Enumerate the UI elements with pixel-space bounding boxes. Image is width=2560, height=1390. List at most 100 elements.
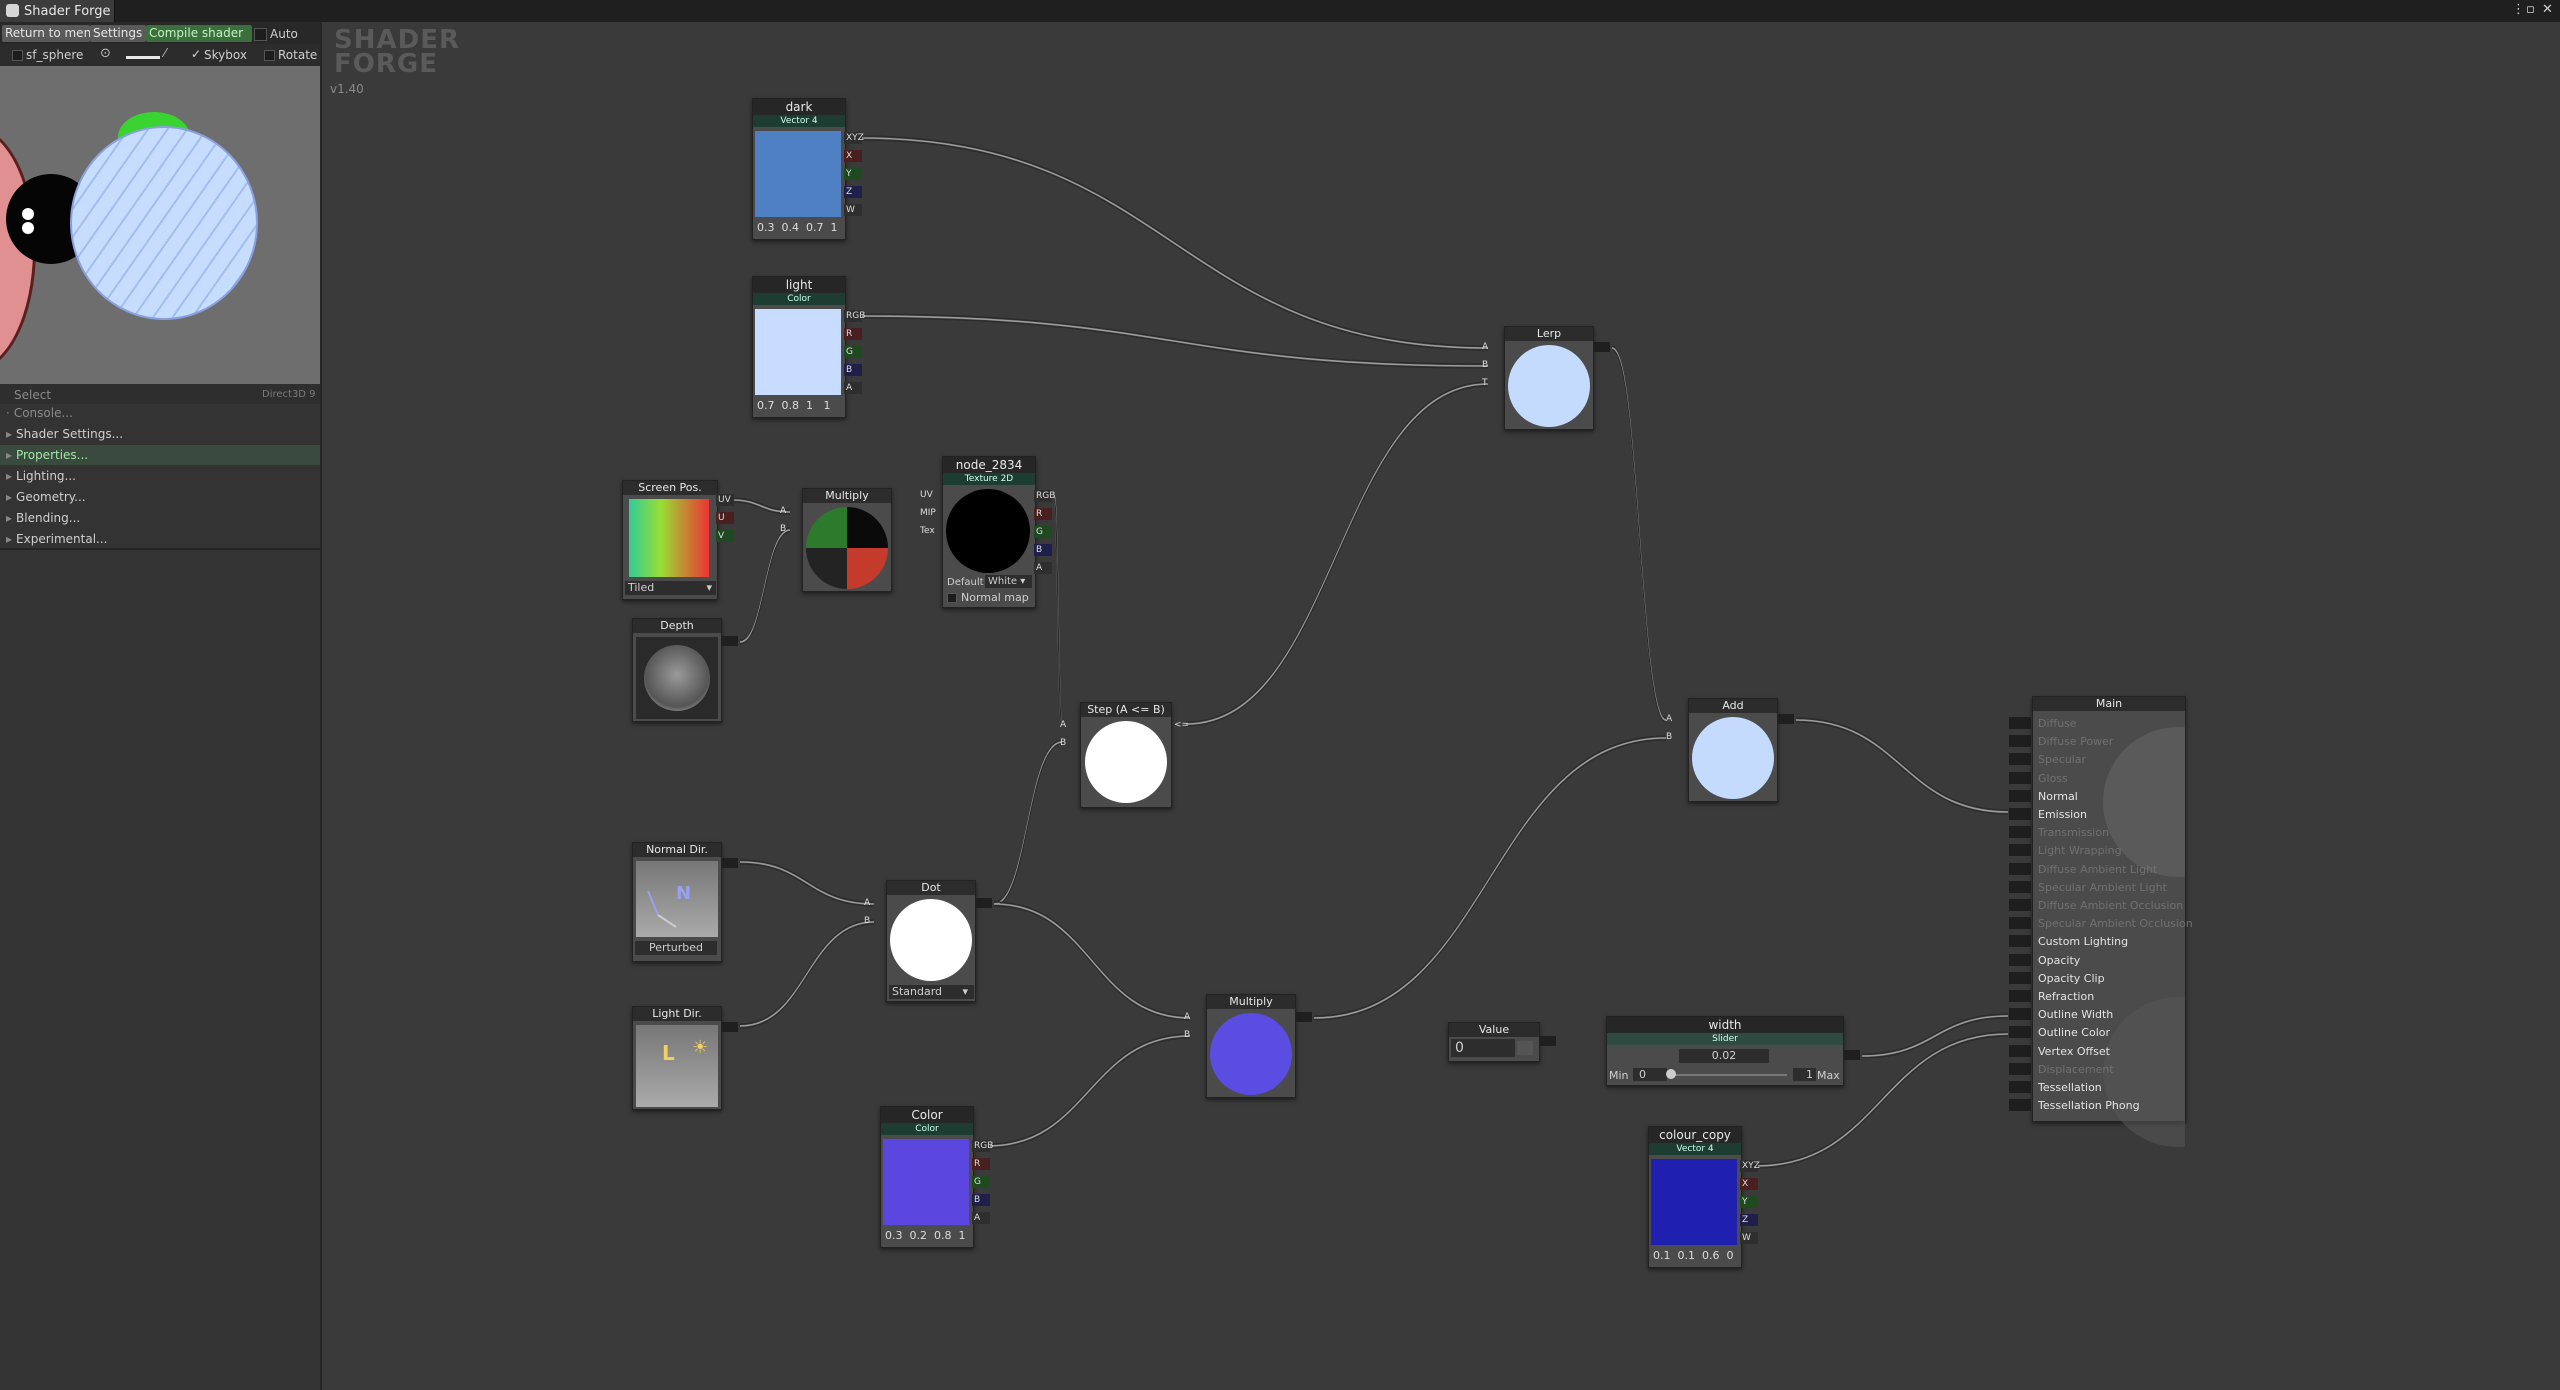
port-uv[interactable]: UV	[716, 494, 734, 506]
input-b[interactable]: B	[1060, 738, 1066, 748]
input-b[interactable]: B	[864, 916, 870, 926]
main-input-port[interactable]	[2009, 971, 2031, 984]
node-texture-2d[interactable]: node_2834 Texture 2D Default White ▾ Nor…	[942, 456, 1036, 608]
output-port[interactable]	[722, 1022, 738, 1032]
port-r[interactable]: R	[972, 1158, 990, 1170]
port-xyz[interactable]: XYZ	[1740, 1160, 1760, 1172]
port-a[interactable]: A	[972, 1212, 990, 1224]
port-v[interactable]: V	[716, 530, 734, 542]
node-light-dir[interactable]: Light Dir. L ☀	[632, 1006, 722, 1110]
input-a[interactable]: A	[864, 898, 870, 908]
main-input-port[interactable]	[2009, 935, 2031, 948]
input-uv[interactable]: UV	[920, 490, 933, 500]
port-a[interactable]: A	[1034, 562, 1052, 574]
node-depth[interactable]: Depth	[632, 618, 722, 722]
node-normal-dir[interactable]: Normal Dir. N Perturbed	[632, 842, 722, 962]
node-width-slider[interactable]: width Slider 0.02 Min 0 1 Max	[1606, 1016, 1844, 1086]
output-port[interactable]	[976, 898, 992, 908]
output-port[interactable]	[722, 858, 738, 868]
main-input-port[interactable]	[2009, 717, 2031, 729]
slider-value[interactable]: 0.02	[1679, 1049, 1769, 1063]
main-input-port[interactable]	[2009, 771, 2031, 784]
mode-dropdown[interactable]: Tiled ▾	[625, 581, 716, 595]
node-dot[interactable]: Dot Standard ▾	[886, 880, 976, 1002]
output-port[interactable]	[722, 636, 738, 646]
port-a[interactable]: A	[844, 382, 862, 394]
input-a[interactable]: A	[1184, 1012, 1190, 1022]
node-add[interactable]: Add	[1688, 698, 1778, 802]
main-input-port[interactable]	[2009, 826, 2031, 839]
output-port[interactable]	[1778, 714, 1794, 724]
port-u[interactable]: U	[716, 512, 734, 524]
main-input-port[interactable]	[2009, 880, 2031, 893]
main-input-port[interactable]	[2009, 899, 2031, 911]
main-input-port[interactable]	[2009, 753, 2031, 766]
input-t[interactable]: T	[1482, 378, 1488, 388]
input-a[interactable]: A	[1666, 714, 1672, 724]
main-input-port[interactable]	[2009, 1099, 2031, 1112]
node-step[interactable]: Step (A <= B)	[1080, 702, 1172, 808]
mode-dropdown[interactable]: Standard ▾	[889, 985, 974, 999]
node-colour-copy[interactable]: colour_copy Vector 4 0.1 0.1 0.6 0	[1648, 1126, 1742, 1268]
slider-handle[interactable]	[1666, 1069, 1677, 1079]
node-multiply[interactable]: Multiply	[802, 488, 892, 592]
port-b[interactable]: B	[844, 364, 862, 376]
port-g[interactable]: G	[1034, 526, 1052, 538]
main-input-port[interactable]	[2009, 735, 2031, 748]
input-a[interactable]: A	[1060, 720, 1066, 730]
default-dropdown[interactable]: White ▾	[985, 575, 1032, 588]
port-r[interactable]: R	[1034, 508, 1052, 520]
node-main[interactable]: Main Diffuse Diffuse Power Specular Gloss No…	[2009, 696, 2193, 1147]
input-a[interactable]: A	[1482, 342, 1488, 352]
node-light[interactable]: light Color 0.7 0.8 1 1	[752, 276, 846, 418]
main-input-port[interactable]	[2009, 917, 2031, 930]
main-input-port[interactable]	[2009, 1026, 2031, 1039]
port-y[interactable]: Y	[1740, 1196, 1758, 1208]
input-a[interactable]: A	[780, 506, 786, 516]
input-tex[interactable]: Tex	[920, 526, 935, 536]
port-rgb[interactable]: RGB	[844, 310, 865, 322]
port-w[interactable]: W	[844, 204, 862, 216]
port-z[interactable]: Z	[1740, 1214, 1758, 1226]
max-field[interactable]: 1	[1793, 1068, 1816, 1081]
port-x[interactable]: X	[1740, 1178, 1758, 1190]
main-input-port[interactable]	[2009, 862, 2031, 875]
port-rgb[interactable]: RGB	[972, 1140, 993, 1152]
main-input-port[interactable]	[2009, 808, 2031, 820]
main-input-port[interactable]	[2009, 789, 2031, 802]
main-input-port[interactable]	[2009, 1062, 2031, 1075]
main-input-port[interactable]	[2009, 1044, 2031, 1057]
input-b[interactable]: B	[1482, 360, 1488, 370]
main-input-port[interactable]	[2009, 990, 2031, 1002]
port-w[interactable]: W	[1740, 1232, 1758, 1244]
main-input-port[interactable]	[2009, 1008, 2031, 1021]
port-r[interactable]: R	[844, 328, 862, 340]
port-g[interactable]: G	[972, 1176, 990, 1188]
port-b[interactable]: B	[1034, 544, 1052, 556]
port-x[interactable]: X	[844, 150, 862, 162]
node-multiply-2[interactable]: Multiply	[1206, 994, 1296, 1098]
input-mip[interactable]: MIP	[920, 508, 936, 518]
port-g[interactable]: G	[844, 346, 862, 358]
port-z[interactable]: Z	[844, 186, 862, 198]
main-input-port[interactable]	[2009, 953, 2031, 966]
node-dark[interactable]: dark Vector 4 0.3 0.4 0.7 1	[752, 98, 846, 240]
output-port[interactable]	[1296, 1012, 1312, 1022]
node-lerp[interactable]: Lerp	[1504, 326, 1594, 430]
input-b[interactable]: B	[1184, 1030, 1190, 1040]
input-b[interactable]: B	[780, 524, 786, 534]
output-le[interactable]: <=	[1174, 720, 1189, 730]
value-field[interactable]: 0	[1451, 1039, 1515, 1057]
node-screen-pos[interactable]: Screen Pos. Tiled ▾	[622, 480, 718, 600]
port-rgb[interactable]: RGB	[1034, 490, 1055, 502]
output-port[interactable]	[1844, 1050, 1860, 1060]
grid-icon[interactable]	[1517, 1041, 1533, 1055]
port-y[interactable]: Y	[844, 168, 862, 180]
min-field[interactable]: 0	[1633, 1068, 1667, 1081]
node-color[interactable]: Color Color 0.3 0.2 0.8 1	[880, 1106, 974, 1248]
slider-track[interactable]	[1669, 1074, 1787, 1076]
output-port[interactable]	[1594, 342, 1610, 352]
node-value[interactable]: Value 0	[1448, 1022, 1540, 1062]
input-b[interactable]: B	[1666, 732, 1672, 742]
port-b[interactable]: B	[972, 1194, 990, 1206]
